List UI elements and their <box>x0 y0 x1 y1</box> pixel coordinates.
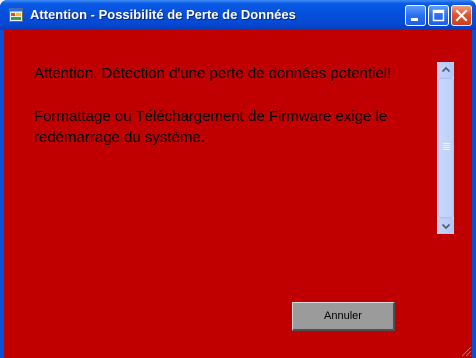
chevron-up-icon <box>441 66 451 73</box>
maximize-button[interactable] <box>428 5 449 26</box>
grip-line <box>443 145 450 146</box>
chevron-down-icon <box>441 223 451 230</box>
grip-line <box>443 149 450 150</box>
dialog-window: Attention - Possibilité de Perte de Donn… <box>0 0 476 358</box>
close-button[interactable] <box>451 5 472 26</box>
grip-line <box>443 147 450 148</box>
grip-line <box>443 143 450 144</box>
maximize-icon <box>432 9 445 22</box>
scroll-thumb[interactable] <box>438 78 454 218</box>
minimize-button[interactable] <box>405 5 426 26</box>
application-icon <box>9 8 23 22</box>
minimize-icon <box>411 18 418 21</box>
scroll-down-button[interactable] <box>438 218 454 234</box>
window-title: Attention - Possibilité de Perte de Donn… <box>30 7 296 22</box>
warning-message: Attention, Détection d'une perte de donn… <box>34 63 394 170</box>
message-line-restart: Formattage ou Téléchargement de Firmware… <box>34 108 388 146</box>
message-line-data-loss: Attention, Détection d'une perte de donn… <box>34 65 392 82</box>
cancel-button[interactable]: Annuler <box>292 302 395 331</box>
title-bar[interactable]: Attention - Possibilité de Perte de Donn… <box>0 0 476 30</box>
scroll-up-button[interactable] <box>438 62 454 78</box>
close-icon <box>455 9 468 22</box>
message-scrollbar[interactable] <box>437 62 454 234</box>
resize-grip-icon[interactable] <box>459 344 472 357</box>
